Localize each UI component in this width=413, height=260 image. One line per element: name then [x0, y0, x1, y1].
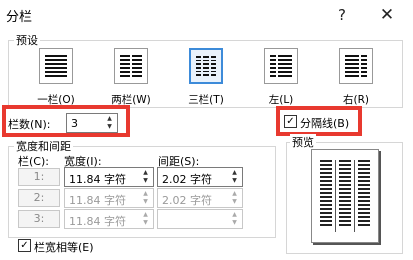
- spin-up-icon[interactable]: ▲: [139, 169, 152, 177]
- column-1-spacing[interactable]: 2.02 字符 ▲ ▼: [157, 167, 243, 187]
- spin-down-icon: ▼: [232, 198, 237, 205]
- one-column-icon: [39, 48, 73, 84]
- equal-width-checkbox[interactable]: ✓: [18, 239, 31, 252]
- two-columns-icon: [114, 48, 148, 84]
- spin-up-icon: ▲: [143, 190, 148, 197]
- presets-group-label: 预设: [14, 32, 40, 48]
- spin-down-icon: ▼: [143, 198, 148, 205]
- column-1-width[interactable]: 11.84 字符 ▲ ▼: [64, 167, 154, 187]
- preview-label: 预览: [290, 134, 316, 150]
- spin-down-icon: ▼: [143, 219, 148, 226]
- column-1-button[interactable]: 1:: [18, 168, 60, 186]
- col-header: 栏(C):: [18, 155, 49, 168]
- separator-line-highlight: [276, 106, 362, 136]
- column-2-spacing: 2.02 字符 ▲ ▼: [157, 188, 243, 208]
- equal-width-label[interactable]: 栏宽相等(E): [34, 239, 94, 255]
- columns-dialog: 分栏 ? ✕ 预设 一栏(O) 两栏(W) 三栏(T) 左(L) 右(R) 栏数…: [0, 0, 413, 260]
- spin-down-icon: ▼: [232, 219, 237, 226]
- spin-up-icon: ▲: [232, 190, 237, 197]
- three-columns-icon: [189, 48, 223, 84]
- check-mark-icon: ✓: [20, 240, 29, 251]
- preset-left[interactable]: 左(L): [255, 48, 307, 106]
- separator-line: [335, 160, 336, 232]
- dialog-title: 分栏: [6, 10, 33, 25]
- column-2-width: 11.84 字符 ▲ ▼: [64, 188, 154, 208]
- separator-line: [354, 160, 355, 232]
- help-icon[interactable]: ?: [331, 4, 353, 26]
- title-bar: 分栏 ? ✕: [0, 0, 413, 30]
- spin-down-icon[interactable]: ▼: [228, 177, 241, 185]
- spin-up-icon: ▲: [232, 211, 237, 218]
- column-3-spacing: ▲ ▼: [157, 209, 243, 229]
- preset-three-columns[interactable]: 三栏(T): [180, 48, 232, 106]
- spin-down-icon[interactable]: ▼: [139, 177, 152, 185]
- column-3-button[interactable]: 3:: [18, 210, 60, 228]
- column-3-width: 11.84 字符 ▲ ▼: [64, 209, 154, 229]
- column-2-button[interactable]: 2:: [18, 189, 60, 207]
- preset-one-column[interactable]: 一栏(O): [30, 48, 82, 106]
- right-column-icon: [339, 48, 373, 84]
- spin-up-icon[interactable]: ▲: [228, 169, 241, 177]
- close-icon[interactable]: ✕: [376, 4, 398, 26]
- preset-two-columns[interactable]: 两栏(W): [105, 48, 157, 106]
- preset-label: 左(L): [268, 94, 294, 106]
- spin-up-icon: ▲: [143, 211, 148, 218]
- preset-label: 三栏(T): [188, 94, 224, 106]
- preview-page: [311, 149, 379, 243]
- column-count-highlight: [2, 105, 130, 137]
- preset-right[interactable]: 右(R): [330, 48, 382, 106]
- left-column-icon: [264, 48, 298, 84]
- preset-label: 右(R): [343, 94, 369, 106]
- width-spacing-label: 宽度和间距: [14, 138, 73, 154]
